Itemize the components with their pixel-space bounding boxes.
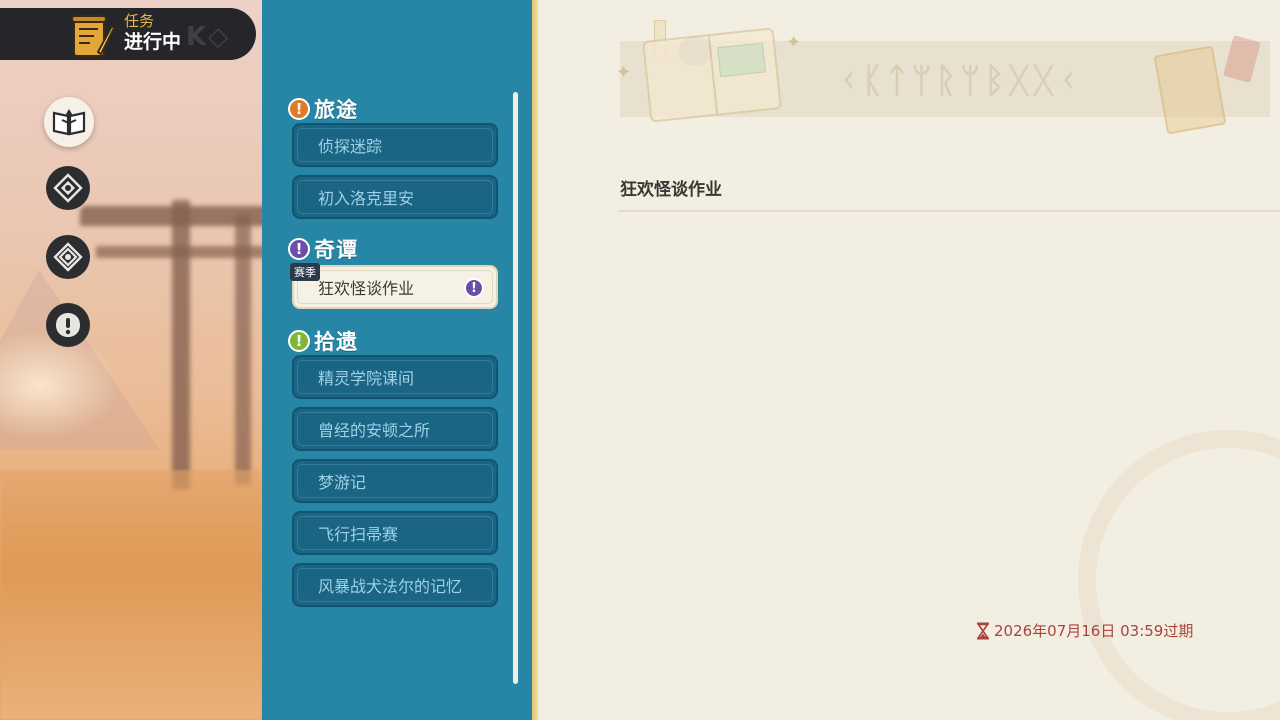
quest-item-label: 狂欢怪谈作业 <box>318 279 415 298</box>
quest-alert-icon: ! <box>464 278 484 298</box>
header-label: 任务 <box>124 12 155 30</box>
category-name: 拾遗 <box>314 330 358 354</box>
compass-icon <box>53 173 83 203</box>
header-deco-glyph: K◇ <box>186 22 231 52</box>
quest-header: 任务 进行中 K◇ <box>0 8 256 60</box>
category-name: 旅途 <box>314 98 358 122</box>
open-book-illustration <box>642 27 782 123</box>
quest-item-label: 飞行扫帚赛 <box>318 525 399 544</box>
quest-item-label: 风暴战犬法尔的记忆 <box>318 577 463 596</box>
category-gleanings: ! 拾遗 <box>288 326 358 356</box>
side-tab-compass[interactable] <box>46 166 90 210</box>
diamond-icon <box>53 242 83 272</box>
tales-badge-icon: ! <box>288 238 310 260</box>
sparkle-icon: ✦ <box>786 32 802 53</box>
banner-rune-decoration: ᚲᛕᛏᛘᚱᛘᛒᚷᚷᚲ <box>838 61 1082 101</box>
category-journey: ! 旅途 <box>288 94 358 124</box>
quest-item[interactable]: 初入洛克里安 <box>292 175 498 219</box>
side-tab-diamond[interactable] <box>46 235 90 279</box>
quest-item-label: 初入洛克里安 <box>318 189 415 208</box>
scene-background <box>0 0 262 720</box>
quest-item[interactable]: 风暴战犬法尔的记忆 <box>292 563 498 607</box>
quest-detail-panel: ᚲᛕᛏᛘᚱᛘᛒᚷᚷᚲ ✦ ✦ 狂欢怪谈作业 2026年07月16日 03:59过… <box>538 0 1280 720</box>
gleanings-badge-icon: ! <box>288 330 310 352</box>
quest-item[interactable]: 侦探迷踪 <box>292 123 498 167</box>
sparkle-icon: ✦ <box>616 62 632 83</box>
quest-item[interactable]: 飞行扫帚赛 <box>292 511 498 555</box>
scroll-icon <box>71 15 116 57</box>
quest-list-panel: ! 旅途 侦探迷踪 初入洛克里安 ! 奇谭 赛季 狂欢怪谈作业 ! ! 拾遗 精… <box>262 0 538 720</box>
expire-info: 2026年07月16日 03:59过期 <box>976 620 1193 641</box>
quest-item[interactable]: 曾经的安顿之所 <box>292 407 498 451</box>
category-name: 奇谭 <box>314 238 358 262</box>
header-status: 进行中 <box>124 31 182 53</box>
category-tales: ! 奇谭 <box>288 234 358 264</box>
exclamation-icon <box>56 313 80 337</box>
side-tab-quest-book[interactable] <box>44 97 94 147</box>
quest-book-icon <box>52 109 86 136</box>
quest-item[interactable]: 精灵学院课间 <box>292 355 498 399</box>
quest-title: 狂欢怪谈作业 <box>620 180 722 200</box>
title-divider <box>618 210 1280 212</box>
journey-badge-icon: ! <box>288 98 310 120</box>
quest-item-label: 梦游记 <box>318 473 367 492</box>
quest-item-label: 曾经的安顿之所 <box>318 421 431 440</box>
expire-text: 2026年07月16日 03:59过期 <box>994 622 1194 640</box>
quest-item-label: 侦探迷踪 <box>318 137 383 156</box>
quest-list-scrollbar[interactable] <box>513 92 518 684</box>
hourglass-icon <box>976 622 990 639</box>
season-tag: 赛季 <box>290 263 320 281</box>
quest-item[interactable]: 梦游记 <box>292 459 498 503</box>
watermark-decoration <box>1078 430 1280 720</box>
side-tab-exclamation[interactable] <box>46 303 90 347</box>
quest-item-label: 精灵学院课间 <box>318 369 415 388</box>
quest-item-selected[interactable]: 赛季 狂欢怪谈作业 ! <box>290 263 498 309</box>
